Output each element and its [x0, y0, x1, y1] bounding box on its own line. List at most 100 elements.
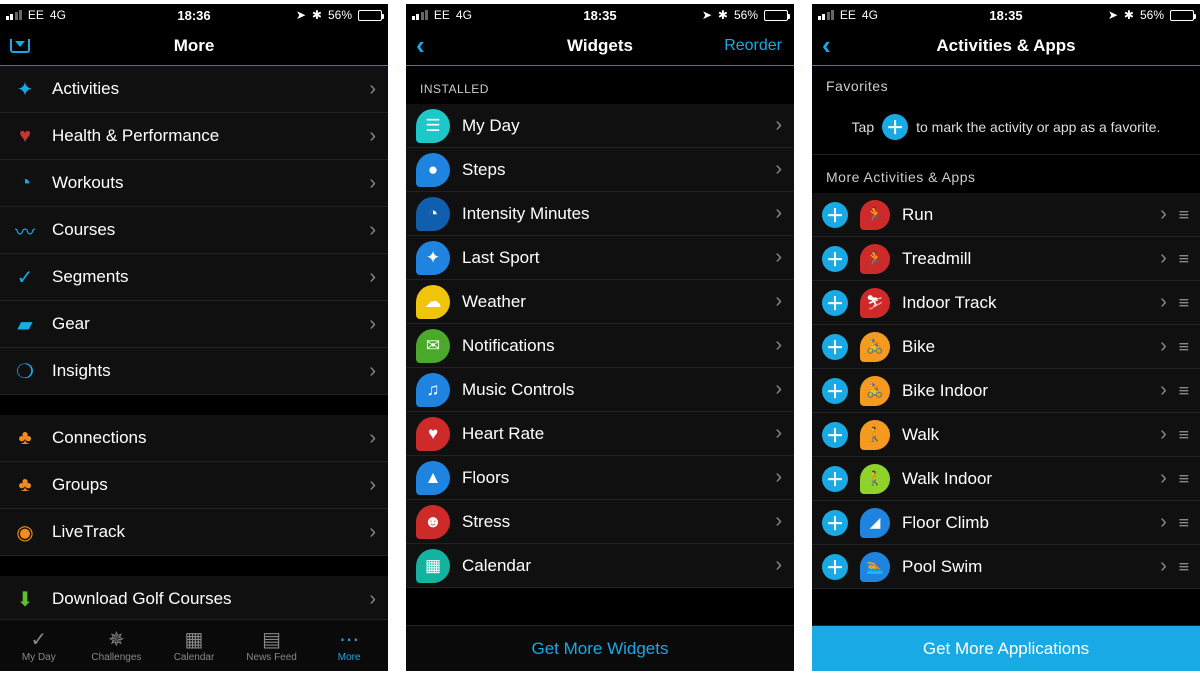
tab-news-feed[interactable]: ▤News Feed	[233, 620, 311, 671]
tray-icon	[10, 39, 30, 53]
signal-icon	[818, 10, 834, 20]
chevron-right-icon: ›	[369, 172, 376, 195]
widget-label: Floors	[462, 468, 763, 488]
activity-row[interactable]: ＋◢Floor Climb›≡	[812, 501, 1200, 545]
add-favorite-button[interactable]: ＋	[822, 246, 848, 272]
activity-row[interactable]: ＋🚶Walk›≡	[812, 413, 1200, 457]
activity-row[interactable]: ＋🚴Bike›≡	[812, 325, 1200, 369]
back-button[interactable]: ‹	[822, 26, 831, 65]
widget-icon: ▦	[416, 549, 450, 583]
list-item[interactable]: ♥Health & Performance›	[0, 113, 388, 160]
row-label: LiveTrack	[52, 522, 357, 542]
activity-row[interactable]: ＋🏃Treadmill›≡	[812, 237, 1200, 281]
widget-row[interactable]: ♥Heart Rate›	[406, 412, 794, 456]
row-icon: ♥	[10, 125, 40, 148]
drag-handle-icon[interactable]: ≡	[1179, 249, 1188, 269]
row-icon: ♣	[10, 474, 40, 497]
drag-handle-icon[interactable]: ≡	[1179, 513, 1188, 533]
chevron-right-icon: ›	[369, 266, 376, 289]
add-favorite-button[interactable]: ＋	[822, 554, 848, 580]
widget-label: Music Controls	[462, 380, 763, 400]
back-button[interactable]: ‹	[416, 26, 425, 65]
tab-icon: ⋯	[339, 628, 359, 650]
activity-label: Floor Climb	[902, 513, 1148, 533]
tab-my-day[interactable]: ✓My Day	[0, 620, 78, 671]
list-item[interactable]: 〰Courses›	[0, 207, 388, 254]
network-label: 4G	[50, 8, 66, 22]
tab-more[interactable]: ⋯More	[310, 620, 388, 671]
more-activities-header: More Activities & Apps	[812, 155, 1200, 193]
drag-handle-icon[interactable]: ≡	[1179, 205, 1188, 225]
get-more-widgets-button[interactable]: Get More Widgets	[406, 625, 794, 671]
chevron-right-icon: ›	[369, 427, 376, 450]
widget-icon: ✦	[416, 241, 450, 275]
list-item[interactable]: ⬇Download Golf Courses›	[0, 576, 388, 619]
widget-row[interactable]: ☻Stress›	[406, 500, 794, 544]
widget-row[interactable]: ◔Intensity Minutes›	[406, 192, 794, 236]
list-item[interactable]: ❍Insights›	[0, 348, 388, 395]
bluetooth-icon: ✱	[718, 8, 728, 22]
activities-list[interactable]: Favorites Tap ＋ to mark the activity or …	[812, 66, 1200, 625]
row-label: Download Golf Courses	[52, 589, 357, 609]
row-icon: ◉	[10, 520, 40, 545]
activity-icon: ◢	[860, 508, 890, 538]
widgets-screen: EE 4G 18:35 ➤ ✱ 56% ‹ Widgets Reorder IN…	[406, 4, 794, 671]
drag-handle-icon[interactable]: ≡	[1179, 381, 1188, 401]
reorder-button[interactable]: Reorder	[724, 26, 782, 65]
widget-row[interactable]: ▦Calendar›	[406, 544, 794, 588]
widget-label: Notifications	[462, 336, 763, 356]
widget-row[interactable]: ♫Music Controls›	[406, 368, 794, 412]
list-item[interactable]: ▰Gear›	[0, 301, 388, 348]
chevron-right-icon: ›	[369, 588, 376, 611]
status-bar: EE 4G 18:36 ➤ ✱ 56%	[0, 4, 388, 26]
list-item[interactable]: ♣Connections›	[0, 415, 388, 462]
tab-challenges[interactable]: ✵Challenges	[78, 620, 156, 671]
inbox-button[interactable]	[10, 26, 30, 65]
widget-row[interactable]: ✉Notifications›	[406, 324, 794, 368]
bluetooth-icon: ✱	[312, 8, 322, 22]
chevron-right-icon: ›	[369, 474, 376, 497]
drag-handle-icon[interactable]: ≡	[1179, 469, 1188, 489]
widget-row[interactable]: ●Steps›	[406, 148, 794, 192]
drag-handle-icon[interactable]: ≡	[1179, 425, 1188, 445]
add-favorite-button[interactable]: ＋	[822, 290, 848, 316]
chevron-right-icon: ›	[775, 422, 782, 445]
widget-row[interactable]: ☁Weather›	[406, 280, 794, 324]
list-item[interactable]: ◔Workouts›	[0, 160, 388, 207]
chevron-right-icon: ›	[1160, 467, 1167, 490]
battery-icon	[358, 10, 382, 21]
widget-icon: ✉	[416, 329, 450, 363]
widget-row[interactable]: ▲Floors›	[406, 456, 794, 500]
add-favorite-button[interactable]: ＋	[822, 378, 848, 404]
list-item[interactable]: ✓Segments›	[0, 254, 388, 301]
add-favorite-button[interactable]: ＋	[822, 510, 848, 536]
list-item[interactable]: ◉LiveTrack›	[0, 509, 388, 556]
location-icon: ➤	[296, 8, 306, 22]
add-favorite-button[interactable]: ＋	[822, 202, 848, 228]
nav-header: More	[0, 26, 388, 66]
more-list[interactable]: ✦Activities›♥Health & Performance›◔Worko…	[0, 66, 388, 619]
widget-label: Intensity Minutes	[462, 204, 763, 224]
drag-handle-icon[interactable]: ≡	[1179, 557, 1188, 577]
widget-row[interactable]: ☰My Day›	[406, 104, 794, 148]
drag-handle-icon[interactable]: ≡	[1179, 293, 1188, 313]
widget-row[interactable]: ✦Last Sport›	[406, 236, 794, 280]
get-more-apps-button[interactable]: Get More Applications	[812, 625, 1200, 671]
activity-row[interactable]: ＋🚶Walk Indoor›≡	[812, 457, 1200, 501]
list-item[interactable]: ✦Activities›	[0, 66, 388, 113]
row-label: Activities	[52, 79, 357, 99]
list-item[interactable]: ♣Groups›	[0, 462, 388, 509]
activity-row[interactable]: ＋🚴Bike Indoor›≡	[812, 369, 1200, 413]
activity-row[interactable]: ＋🏊Pool Swim›≡	[812, 545, 1200, 589]
widgets-list[interactable]: INSTALLED ☰My Day›●Steps›◔Intensity Minu…	[406, 66, 794, 625]
row-icon: ◔	[10, 172, 40, 195]
add-favorite-button[interactable]: ＋	[822, 422, 848, 448]
tab-label: My Day	[22, 652, 56, 663]
tab-calendar[interactable]: ▦Calendar	[155, 620, 233, 671]
activity-row[interactable]: ＋🏃Run›≡	[812, 193, 1200, 237]
activity-row[interactable]: ＋⛷Indoor Track›≡	[812, 281, 1200, 325]
add-favorite-button[interactable]: ＋	[822, 466, 848, 492]
activity-label: Treadmill	[902, 249, 1148, 269]
add-favorite-button[interactable]: ＋	[822, 334, 848, 360]
drag-handle-icon[interactable]: ≡	[1179, 337, 1188, 357]
